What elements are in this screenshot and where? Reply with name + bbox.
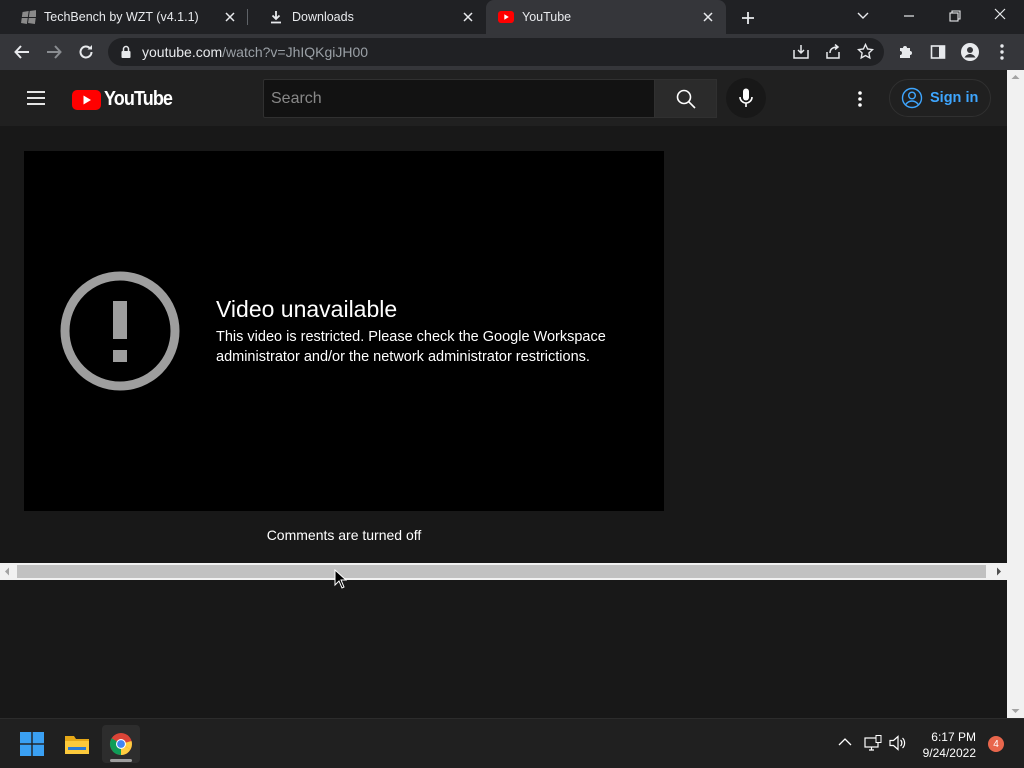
chrome-icon [110, 733, 132, 755]
show-hidden-icons-button[interactable] [838, 737, 852, 747]
share-icon[interactable] [824, 44, 842, 60]
tab-label: Downloads [292, 10, 354, 24]
youtube-play-icon [72, 89, 101, 110]
start-button[interactable] [13, 725, 51, 763]
windows-taskbar: 6:17 PM 9/24/2022 4 [0, 718, 1024, 768]
horizontal-scrollbar-thumb[interactable] [17, 565, 986, 578]
clock-date[interactable]: 9/24/2022 [910, 746, 976, 760]
search-button[interactable] [654, 79, 717, 118]
video-player[interactable]: Video unavailable This video is restrict… [24, 151, 664, 511]
side-panel-icon [930, 45, 946, 59]
restore-icon [949, 10, 961, 22]
minimize-button[interactable] [899, 9, 919, 23]
account-circle-icon [901, 87, 923, 109]
new-tab-button[interactable] [738, 8, 758, 28]
logo-text: YouTube [104, 88, 173, 110]
install-app-icon[interactable] [792, 44, 810, 60]
tab-youtube[interactable]: YouTube [486, 0, 726, 34]
running-indicator [110, 759, 132, 762]
reload-button[interactable] [74, 40, 98, 64]
side-panel-button[interactable] [926, 40, 950, 64]
file-explorer-button[interactable] [58, 725, 96, 763]
arrow-right-icon [47, 45, 62, 59]
extensions-button[interactable] [894, 40, 918, 64]
tab-search-button[interactable] [853, 8, 873, 24]
alert-icon [60, 271, 180, 391]
back-button[interactable] [10, 40, 34, 64]
search-input[interactable]: Search [263, 79, 655, 118]
tab-label: TechBench by WZT (v4.1.1) [44, 10, 199, 24]
voice-search-button[interactable] [726, 78, 766, 118]
guide-menu-button[interactable] [26, 90, 46, 106]
url-text: youtube.com/watch?v=JhIQKgiJH00 [142, 44, 369, 60]
download-icon [268, 9, 284, 25]
browser-toolbar: youtube.com/watch?v=JhIQKgiJH00 [0, 34, 1024, 70]
minimize-icon [904, 15, 914, 17]
chevron-down-icon [857, 12, 869, 19]
error-message: This video is restricted. Please check t… [216, 329, 606, 365]
settings-menu-button[interactable] [857, 90, 863, 108]
scroll-up-arrow-icon[interactable] [1011, 74, 1020, 80]
sign-in-button[interactable]: Sign in [889, 79, 991, 117]
reload-icon [79, 45, 93, 59]
lock-icon[interactable] [120, 45, 132, 59]
horizontal-scrollbar[interactable] [0, 563, 1007, 580]
puzzle-icon [900, 46, 912, 58]
chrome-taskbar-button[interactable] [102, 725, 140, 763]
scroll-left-arrow-icon[interactable] [4, 567, 10, 576]
tab-label: YouTube [522, 10, 572, 24]
search-placeholder: Search [271, 90, 322, 107]
notification-badge[interactable]: 4 [988, 736, 1004, 752]
mouse-cursor-icon [334, 569, 347, 589]
address-bar[interactable]: youtube.com/watch?v=JhIQKgiJH00 [108, 38, 884, 66]
youtube-header: YouTube Search Sign in [0, 70, 1007, 126]
tab-downloads[interactable]: Downloads [248, 0, 486, 34]
star-icon[interactable] [857, 43, 874, 60]
windows-logo-icon [20, 9, 36, 25]
tab-strip: TechBench by WZT (v4.1.1) Downloads YouT… [0, 0, 1024, 34]
arrow-left-icon [14, 45, 29, 59]
page-viewport: YouTube Search Sign in Video unavailable… [0, 70, 1007, 563]
close-window-button[interactable] [990, 7, 1010, 23]
scroll-down-arrow-icon[interactable] [1011, 708, 1020, 714]
windows-start-icon [20, 732, 44, 756]
comments-status: Comments are turned off [266, 527, 422, 543]
close-icon [994, 8, 1006, 20]
close-tab-icon[interactable] [222, 9, 238, 25]
volume-icon[interactable] [889, 735, 907, 751]
close-tab-icon[interactable] [460, 9, 476, 25]
page-empty-area [0, 580, 1007, 718]
menu-button[interactable] [990, 40, 1014, 64]
network-icon[interactable] [864, 735, 882, 751]
restore-button[interactable] [945, 8, 965, 24]
sign-in-label: Sign in [930, 90, 979, 106]
profile-button[interactable] [958, 40, 982, 64]
clock-time[interactable]: 6:17 PM [914, 730, 976, 744]
profile-icon [961, 43, 979, 61]
chevron-up-icon [838, 738, 852, 746]
kebab-menu-icon [858, 91, 862, 107]
close-tab-icon[interactable] [700, 9, 716, 25]
kebab-menu-icon [1000, 44, 1004, 60]
youtube-icon [498, 9, 514, 25]
microphone-icon [739, 88, 753, 107]
youtube-logo[interactable]: YouTube [72, 88, 180, 111]
error-title: Video unavailable [216, 296, 398, 322]
tab-techbench[interactable]: TechBench by WZT (v4.1.1) [0, 0, 248, 34]
plus-icon [742, 12, 754, 24]
scroll-right-arrow-icon[interactable] [996, 567, 1002, 576]
search-icon [676, 89, 696, 109]
hamburger-icon [27, 91, 45, 105]
forward-button[interactable] [42, 40, 66, 64]
vertical-scrollbar[interactable] [1007, 70, 1024, 720]
folder-icon [65, 736, 89, 754]
